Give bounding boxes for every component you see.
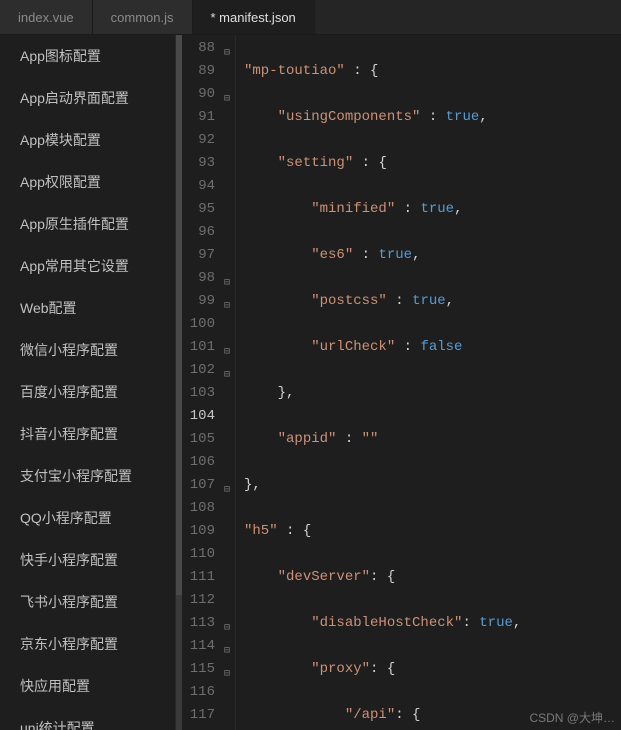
sidebar-item-app-splash[interactable]: App启动界面配置 xyxy=(0,77,175,119)
fold-icon[interactable]: ⊟ xyxy=(220,88,230,98)
code-editor[interactable]: 88⊟8990⊟9192939495969798⊟99⊟100101⊟102⊟1… xyxy=(176,35,621,730)
fold-icon[interactable]: ⊟ xyxy=(220,663,230,673)
fold-icon[interactable]: ⊟ xyxy=(220,479,230,489)
sidebar-scrollbar[interactable] xyxy=(176,35,182,730)
sidebar-item-app-other[interactable]: App常用其它设置 xyxy=(0,245,175,287)
sidebar-item-douyin-mp[interactable]: 抖音小程序配置 xyxy=(0,413,175,455)
fold-icon[interactable]: ⊟ xyxy=(220,295,230,305)
fold-icon[interactable]: ⊟ xyxy=(220,42,230,52)
tab-manifest-json[interactable]: * manifest.json xyxy=(193,0,315,34)
line-number-gutter: 88⊟8990⊟9192939495969798⊟99⊟100101⊟102⊟1… xyxy=(176,35,236,730)
tab-common-js[interactable]: common.js xyxy=(93,0,193,34)
sidebar-item-app-icon[interactable]: App图标配置 xyxy=(0,35,175,77)
fold-icon[interactable]: ⊟ xyxy=(220,272,230,282)
sidebar-item-alipay-mp[interactable]: 支付宝小程序配置 xyxy=(0,455,175,497)
sidebar-item-wechat-mp[interactable]: 微信小程序配置 xyxy=(0,329,175,371)
fold-icon[interactable]: ⊟ xyxy=(220,640,230,650)
sidebar-item-app-modules[interactable]: App模块配置 xyxy=(0,119,175,161)
tab-bar: index.vue common.js * manifest.json xyxy=(0,0,621,35)
sidebar-item-kuaishou-mp[interactable]: 快手小程序配置 xyxy=(0,539,175,581)
sidebar-item-qq-mp[interactable]: QQ小程序配置 xyxy=(0,497,175,539)
sidebar-item-feishu-mp[interactable]: 飞书小程序配置 xyxy=(0,581,175,623)
sidebar-item-jd-mp[interactable]: 京东小程序配置 xyxy=(0,623,175,665)
sidebar-item-uni-stats[interactable]: uni统计配置 xyxy=(0,707,175,730)
sidebar-item-quickapp[interactable]: 快应用配置 xyxy=(0,665,175,707)
sidebar-item-baidu-mp[interactable]: 百度小程序配置 xyxy=(0,371,175,413)
fold-icon[interactable]: ⊟ xyxy=(220,617,230,627)
sidebar-item-web[interactable]: Web配置 xyxy=(0,287,175,329)
settings-sidebar: App图标配置 App启动界面配置 App模块配置 App权限配置 App原生插… xyxy=(0,35,176,730)
fold-icon[interactable]: ⊟ xyxy=(220,364,230,374)
sidebar-item-app-native-plugins[interactable]: App原生插件配置 xyxy=(0,203,175,245)
tab-index-vue[interactable]: index.vue xyxy=(0,0,93,34)
fold-icon[interactable]: ⊟ xyxy=(220,341,230,351)
code-area[interactable]: "mp-toutiao" : { "usingComponents" : tru… xyxy=(236,35,621,730)
sidebar-item-app-perms[interactable]: App权限配置 xyxy=(0,161,175,203)
